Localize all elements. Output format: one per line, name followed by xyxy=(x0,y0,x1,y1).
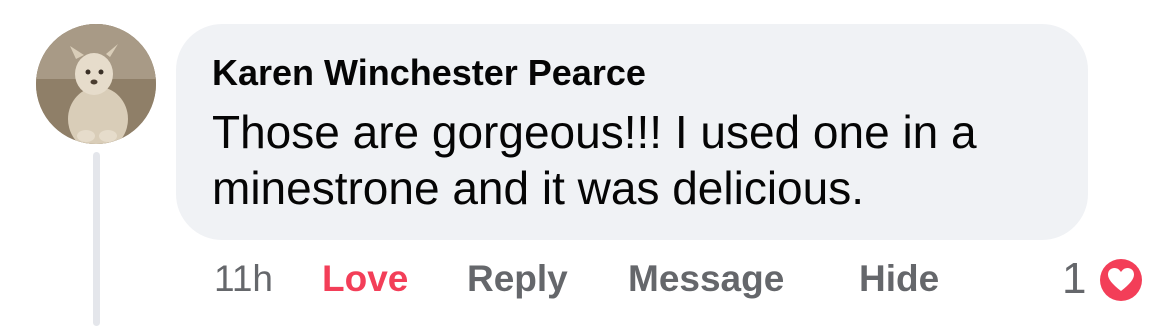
comment-actions: 11h Love Reply Message Hide 1 xyxy=(0,254,1170,304)
comment-timestamp[interactable]: 11h xyxy=(214,254,273,304)
heart-reaction-icon[interactable] xyxy=(1095,254,1147,306)
avatar[interactable] xyxy=(36,24,156,144)
comment-bubble: Karen Winchester Pearce Those are gorgeo… xyxy=(176,24,1088,240)
love-reaction-button[interactable]: Love xyxy=(322,254,408,304)
reply-button[interactable]: Reply xyxy=(467,254,568,304)
comment-text: Those are gorgeous!!! I used one in a mi… xyxy=(212,106,977,214)
profile-photo-dog-icon xyxy=(36,24,156,144)
comment-author[interactable]: Karen Winchester Pearce xyxy=(212,52,646,94)
message-button[interactable]: Message xyxy=(628,254,784,304)
reaction-count[interactable]: 1 xyxy=(1062,252,1086,306)
hide-button[interactable]: Hide xyxy=(859,254,939,304)
